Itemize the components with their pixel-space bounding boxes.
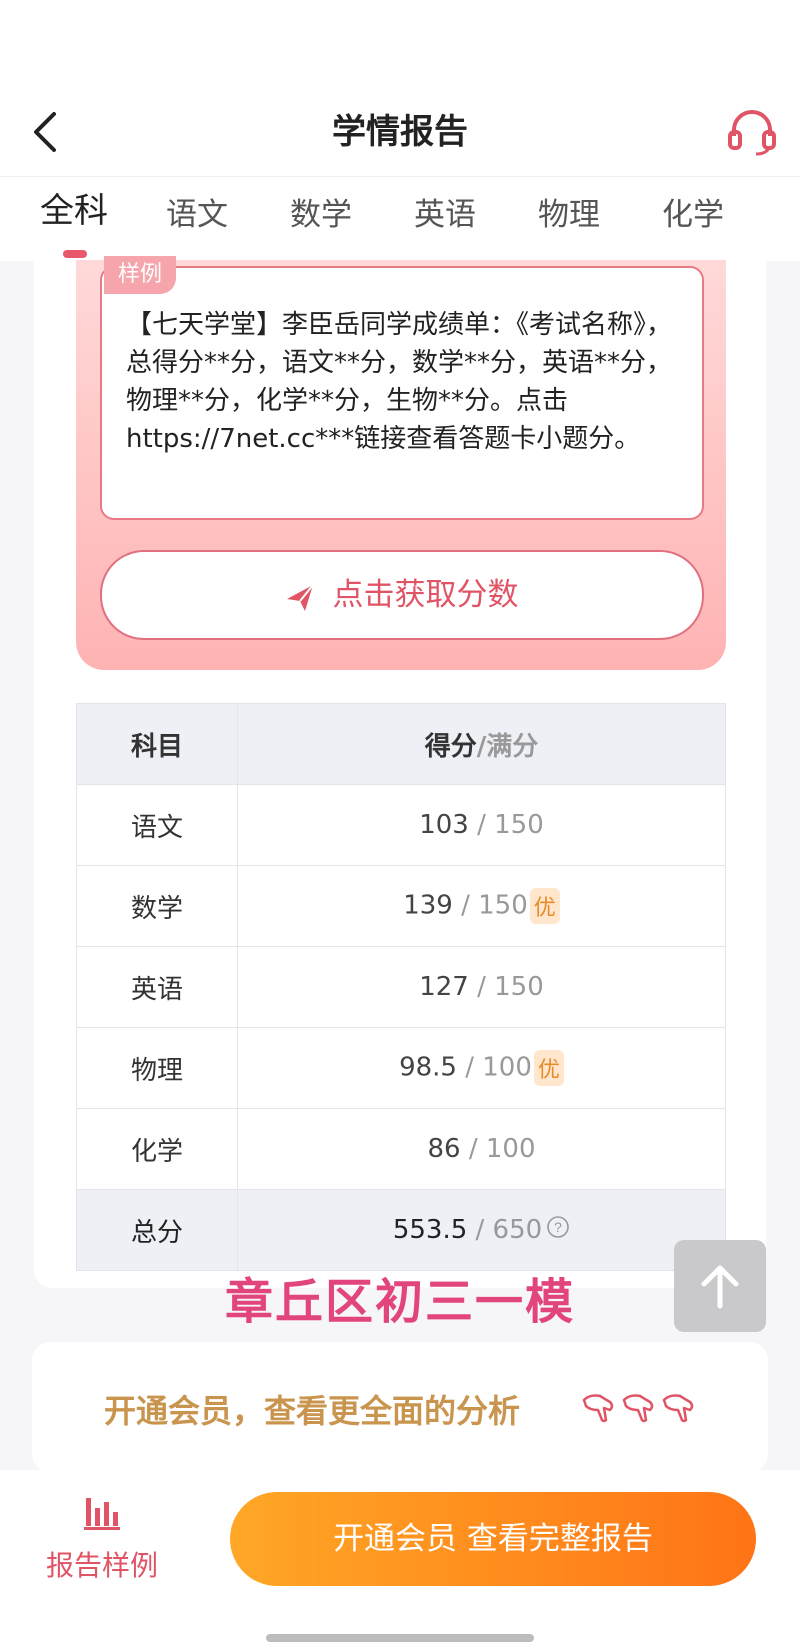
tab-all[interactable]: 全科 — [40, 189, 108, 233]
full-value: 150 — [494, 810, 544, 840]
headset-icon — [728, 110, 776, 156]
tab-physics[interactable]: 物理 — [538, 193, 600, 237]
table-header-row: 科目 得分/满分 — [76, 703, 726, 785]
pointing-hand-icon — [582, 1394, 694, 1423]
score-value: 103 — [419, 810, 469, 840]
table-row: 英语 127 / 150 — [76, 946, 726, 1028]
subject-cell: 语文 — [76, 784, 238, 866]
tab-math[interactable]: 数学 — [290, 193, 352, 237]
home-indicator — [266, 1634, 534, 1642]
score-value: 139 — [403, 890, 453, 921]
full-value: 150 — [478, 890, 528, 921]
table-row: 化学 86 / 100 — [76, 1108, 726, 1190]
total-score-value: 553.5 — [392, 1214, 468, 1245]
page-title: 学情报告 — [332, 112, 468, 152]
score-value: 98.5 — [399, 1052, 457, 1083]
full-value: 150 — [494, 972, 544, 1002]
get-score-label: 点击获取分数 — [332, 577, 519, 613]
member-promo-card: 开通会员，查看更全面的分析 — [32, 1342, 768, 1472]
total-label: 总分 — [76, 1189, 238, 1271]
total-full-value: 650 — [492, 1214, 543, 1245]
tab-chinese[interactable]: 语文 — [166, 193, 228, 237]
subject-cell: 化学 — [76, 1108, 238, 1190]
score-value: 86 — [427, 1134, 461, 1164]
tab-english[interactable]: 英语 — [414, 193, 476, 237]
tab-chemistry[interactable]: 化学 — [662, 193, 724, 237]
header-score-label: 得分 — [424, 731, 477, 762]
scroll-top-button[interactable] — [674, 1240, 766, 1332]
score-cell: 103 / 150 — [237, 784, 726, 866]
sample-message-box: 样例 【七天学堂】李臣岳同学成绩单：《考试名称》，总得分**分，语文**分，数学… — [100, 256, 704, 520]
help-icon[interactable]: ? — [546, 1215, 570, 1246]
score-value: 127 — [419, 972, 469, 1002]
report-sample-label: 报告样例 — [45, 1549, 158, 1582]
header: 学情报告 — [0, 88, 800, 176]
bottom-bar: 报告样例 开通会员 查看完整报告 — [0, 1470, 800, 1650]
score-table: 科目 得分/满分 语文 103 / 150 数学 139 / 150 优 英语 1… — [76, 703, 726, 1271]
subject-cell: 物理 — [76, 1027, 238, 1109]
subject-cell: 数学 — [76, 865, 238, 947]
report-sample-button[interactable]: 报告样例 — [38, 1492, 166, 1584]
total-score-cell: 553.5 / 650? — [237, 1189, 726, 1271]
subject-cell: 英语 — [76, 946, 238, 1028]
header-score: 得分/满分 — [237, 703, 726, 785]
score-cell: 127 / 150 — [237, 946, 726, 1028]
sample-panel: 样例 【七天学堂】李臣岳同学成绩单：《考试名称》，总得分**分，语文**分，数学… — [76, 256, 726, 670]
sample-message-text: 【七天学堂】李臣岳同学成绩单：《考试名称》，总得分**分，语文**分，数学**分… — [126, 310, 673, 454]
table-row: 语文 103 / 150 — [76, 784, 726, 866]
full-value: 100 — [482, 1052, 532, 1083]
get-score-button[interactable]: 点击获取分数 — [100, 550, 704, 640]
member-promo-text: 开通会员，查看更全面的分析 — [104, 1392, 521, 1430]
status-bar — [0, 0, 800, 100]
total-row: 总分 553.5 / 650? — [76, 1189, 726, 1271]
bar-chart-icon — [84, 1498, 120, 1530]
excellent-badge: 优 — [529, 888, 560, 924]
table-row: 数学 139 / 150 优 — [76, 865, 726, 947]
report-card: 样例 【七天学堂】李臣岳同学成绩单：《考试名称》，总得分**分，语文**分，数学… — [34, 256, 766, 1288]
open-member-button[interactable]: 开通会员 查看完整报告 — [230, 1492, 756, 1586]
paper-plane-icon — [287, 583, 315, 611]
score-cell: 86 / 100 — [237, 1108, 726, 1190]
sample-tag: 样例 — [104, 256, 177, 294]
active-tab-indicator — [63, 250, 87, 258]
arrow-up-icon — [701, 1265, 739, 1309]
full-value: 100 — [485, 1134, 536, 1164]
table-row: 物理 98.5 / 100 优 — [76, 1027, 726, 1109]
score-cell: 98.5 / 100 优 — [237, 1027, 726, 1109]
svg-text:?: ? — [554, 1219, 562, 1235]
excellent-badge: 优 — [533, 1050, 564, 1086]
customer-service-button[interactable] — [726, 106, 778, 158]
subject-tabs: 全科 语文 数学 英语 物理 化学 — [0, 176, 800, 261]
header-subject: 科目 — [76, 703, 238, 785]
pointing-hands — [580, 1388, 696, 1428]
score-cell: 139 / 150 优 — [237, 865, 726, 947]
header-full-label: 满分 — [486, 731, 539, 762]
